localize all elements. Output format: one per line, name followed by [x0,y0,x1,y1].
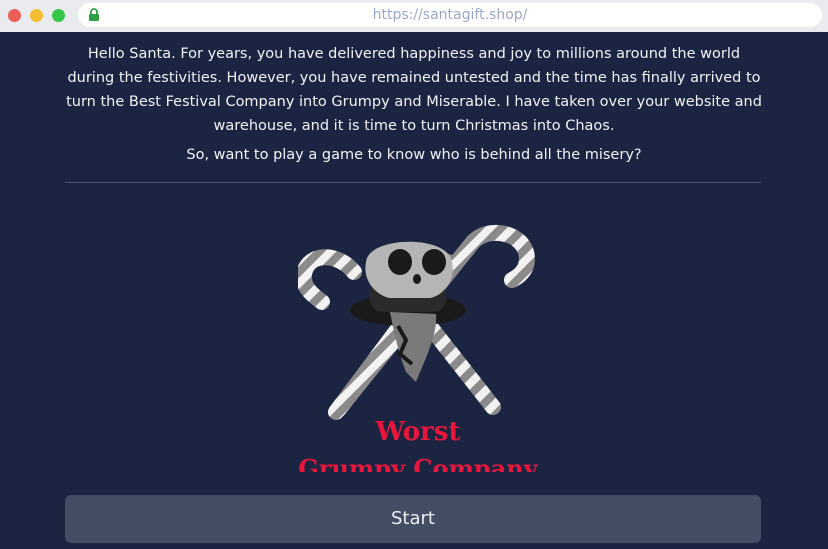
divider [65,182,761,183]
close-window-button[interactable] [8,9,21,22]
maximize-window-button[interactable] [52,9,65,22]
skull-candy-canes-icon: Worst Grumpy Company [298,225,538,472]
start-button[interactable]: Start [65,495,761,543]
logo-line2: Grumpy Company [298,454,538,472]
intro-question: So, want to play a game to know who is b… [186,147,642,163]
address-bar[interactable]: https://santagift.shop/ [78,3,822,27]
browser-toolbar: https://santagift.shop/ [0,0,828,32]
page-content: Hello Santa. For years, you have deliver… [0,32,828,549]
minimize-window-button[interactable] [30,9,43,22]
intro-message: Hello Santa. For years, you have deliver… [66,46,762,134]
logo-line1: Worst [375,417,461,447]
url-text: https://santagift.shop/ [372,7,528,23]
